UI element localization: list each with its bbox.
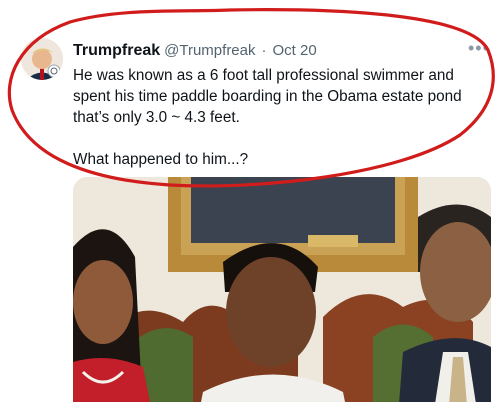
tweet-screenshot: Trumpfreak @Trumpfreak · Oct 20 ••• He was … — [0, 0, 500, 402]
tweet-text-paragraph-1: He was known as a 6 foot tall profession… — [73, 67, 462, 126]
tweet-date[interactable]: Oct 20 — [273, 42, 317, 59]
avatar-image — [21, 38, 63, 80]
more-horizontal-icon[interactable]: ••• — [468, 38, 490, 59]
display-name[interactable]: Trumpfreak — [73, 42, 160, 59]
tweet-text-paragraph-2: What happened to him...? — [73, 151, 249, 168]
separator-dot: · — [261, 42, 267, 59]
user-handle[interactable]: @Trumpfreak — [164, 42, 255, 59]
photo-image — [73, 177, 491, 402]
tweet-header: Trumpfreak @Trumpfreak · Oct 20 — [73, 42, 317, 60]
tweet-media-photo[interactable] — [73, 177, 491, 402]
avatar[interactable] — [21, 38, 63, 80]
tweet-text: He was known as a 6 foot tall profession… — [73, 65, 491, 170]
